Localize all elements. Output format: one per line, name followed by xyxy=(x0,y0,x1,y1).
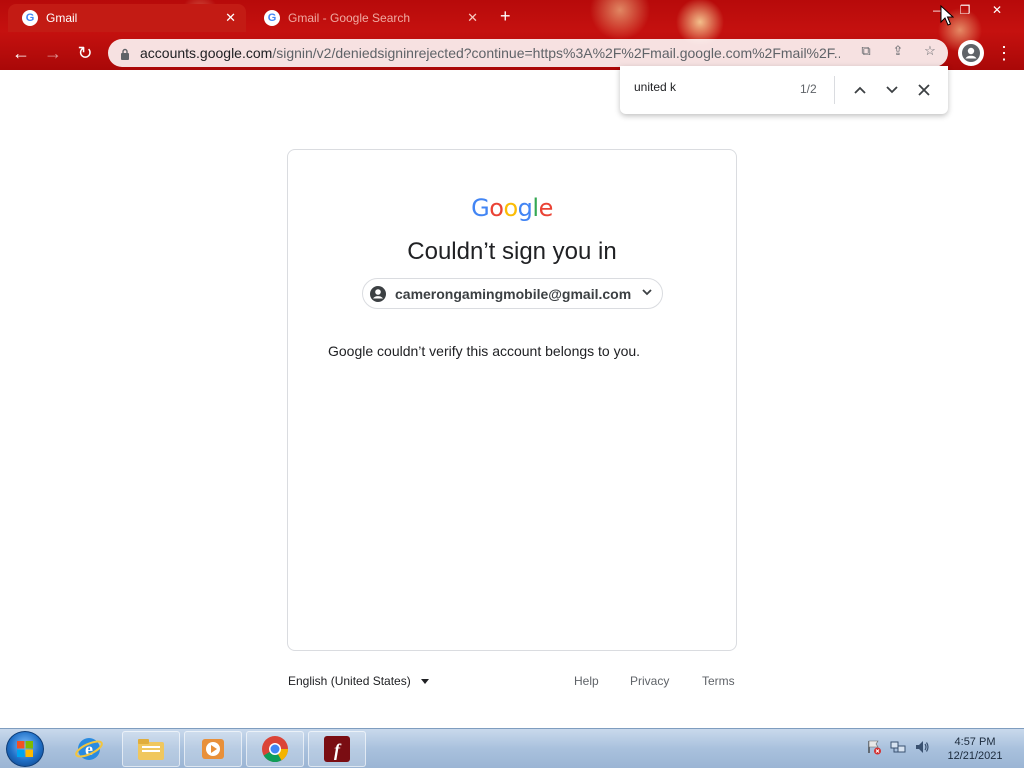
account-email: camerongamingmobile@gmail.com xyxy=(395,285,632,302)
new-tab-icon[interactable]: + xyxy=(500,6,511,27)
forward-arrow-icon[interactable]: → xyxy=(40,40,66,66)
dropdown-caret-icon xyxy=(420,678,429,684)
close-tab-icon[interactable]: ✕ xyxy=(467,10,478,26)
page-title: Couldn’t sign you in xyxy=(407,238,617,265)
network-icon[interactable] xyxy=(890,739,906,755)
tab-label: Gmail xyxy=(46,11,78,25)
logo-letter: o xyxy=(503,194,518,222)
back-arrow-icon[interactable]: ← xyxy=(8,40,34,66)
share-icon[interactable]: ⇪ xyxy=(888,41,908,61)
windows-logo-icon xyxy=(17,741,33,757)
google-logo: Google xyxy=(288,194,736,222)
language-selector[interactable]: English (United States) xyxy=(288,674,429,688)
find-close-icon[interactable] xyxy=(912,78,936,102)
reload-icon[interactable]: ↻ xyxy=(72,40,98,66)
language-label: English (United States) xyxy=(288,674,411,688)
file-explorer-icon[interactable] xyxy=(122,731,180,767)
logo-letter: g xyxy=(517,194,533,222)
address-bar[interactable]: accounts.google.com/signin/v2/deniedsign… xyxy=(108,39,948,67)
account-chooser-chip[interactable]: camerongamingmobile@gmail.com xyxy=(362,278,663,309)
internet-explorer-icon[interactable]: e xyxy=(60,731,118,767)
media-player-icon[interactable] xyxy=(184,731,242,767)
lock-icon xyxy=(120,47,130,60)
logo-letter: G xyxy=(471,194,490,222)
close-tab-icon[interactable]: ✕ xyxy=(225,10,236,26)
clock-time: 4:57 PM xyxy=(954,736,996,748)
profile-avatar-icon[interactable] xyxy=(958,40,984,66)
logo-letter: o xyxy=(489,194,504,222)
find-previous-icon[interactable] xyxy=(848,78,872,102)
signin-card: Google Couldn’t sign you in camerongamin… xyxy=(287,149,737,651)
privacy-link[interactable]: Privacy xyxy=(630,674,669,688)
tab-gmail-search[interactable]: G Gmail - Google Search ✕ xyxy=(250,4,488,32)
find-input[interactable] xyxy=(634,80,794,94)
logo-letter: e xyxy=(538,194,554,222)
tab-gmail[interactable]: G Gmail ✕ xyxy=(8,4,246,32)
find-next-icon[interactable] xyxy=(880,78,904,102)
mouse-cursor-icon xyxy=(940,4,955,27)
clock-date: 12/21/2021 xyxy=(947,750,1003,762)
error-message: Google couldn’t verify this account belo… xyxy=(328,343,641,359)
search-in-page-icon[interactable]: ⧉ xyxy=(856,41,876,61)
help-link[interactable]: Help xyxy=(574,674,599,688)
find-bar: 1/2 xyxy=(620,66,948,114)
terms-link[interactable]: Terms xyxy=(702,674,735,688)
find-count: 1/2 xyxy=(800,82,817,96)
chrome-icon[interactable] xyxy=(246,731,304,767)
tab-label: Gmail - Google Search xyxy=(288,11,411,25)
taskbar: e f 4:57 PM 12/21/2021 xyxy=(0,728,1024,768)
url-text: accounts.google.com/signin/v2/deniedsign… xyxy=(140,45,840,61)
start-button[interactable] xyxy=(6,731,44,767)
action-center-flag-icon[interactable] xyxy=(866,739,882,755)
divider xyxy=(834,76,835,104)
flash-player-icon[interactable]: f xyxy=(308,731,366,767)
close-window-icon[interactable]: ✕ xyxy=(984,2,1010,18)
restore-icon[interactable]: ❐ xyxy=(952,2,978,18)
system-clock[interactable]: 4:57 PM 12/21/2021 xyxy=(940,735,1010,763)
google-favicon-icon: G xyxy=(264,10,280,26)
browser-chrome: G Gmail ✕ G Gmail - Google Search ✕ + — … xyxy=(0,0,1024,70)
url-host: accounts.google.com xyxy=(140,45,273,61)
google-favicon-icon: G xyxy=(22,10,38,26)
account-circle-icon xyxy=(369,285,387,303)
more-menu-icon[interactable]: ⋮ xyxy=(994,40,1014,66)
url-path: /signin/v2/deniedsigninrejected?continue… xyxy=(272,45,840,61)
bookmark-star-icon[interactable]: ☆ xyxy=(920,41,940,61)
chevron-down-icon xyxy=(640,285,654,299)
volume-icon[interactable] xyxy=(914,739,930,755)
browser-toolbar: ← → ↻ accounts.google.com/signin/v2/deni… xyxy=(0,36,1024,70)
